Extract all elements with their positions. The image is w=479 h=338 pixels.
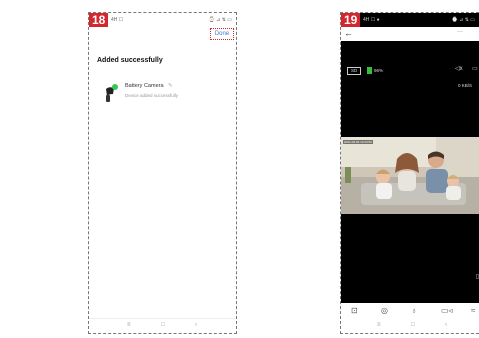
video-timestamp: 2021-08-06 10:23:50	[343, 140, 373, 144]
microphone-talk-icon[interactable]: ♁	[411, 306, 417, 315]
status-bar: 4H ☐ ● ⌚ ⊿ ⇅ ▭	[341, 13, 479, 27]
screen-live-view: 4H ☐ ● ⌚ ⊿ ⇅ ▭ 19 ← ... SD 96% ◁x ▭ 0 KB…	[340, 12, 479, 334]
system-nav-bar: ≡ □ ‹	[341, 319, 479, 333]
nav-menu-icon[interactable]: ≡	[377, 322, 381, 328]
battery-camera-icon	[106, 84, 118, 102]
device-name: Battery Camera	[125, 83, 164, 89]
page-title: Added successfully	[97, 57, 163, 64]
more-options-icon[interactable]: ...	[457, 27, 463, 34]
battery-icon	[367, 67, 372, 74]
app-bar: ← ...	[341, 27, 479, 41]
back-arrow-icon[interactable]: ←	[344, 28, 353, 38]
status-right: ⌚ ⊿ ⇅ ▭	[451, 17, 476, 23]
screenshot-scan-icon[interactable]: ⊡	[351, 306, 358, 315]
live-video-frame[interactable]: 2021-08-06 10:23:50	[341, 137, 479, 214]
nav-home-icon[interactable]: □	[411, 322, 415, 328]
camera-snapshot-icon[interactable]: ◎	[381, 306, 388, 315]
device-status: Device added successfully	[125, 93, 179, 98]
battery-percentage: 96%	[374, 68, 384, 73]
mute-icon[interactable]: ◁x	[455, 65, 463, 72]
family-video-image	[341, 137, 479, 214]
record-video-icon[interactable]: ▭◃	[441, 306, 453, 315]
step-badge-19: 19	[341, 13, 361, 27]
edit-icon[interactable]: ✎	[168, 83, 173, 89]
nav-home-icon[interactable]: □	[161, 322, 165, 328]
system-nav-bar: ≡ □ ‹	[89, 318, 236, 333]
nav-menu-icon[interactable]: ≡	[127, 322, 131, 328]
nav-back-icon[interactable]: ‹	[195, 322, 197, 328]
status-left: 4H ☐ ●	[363, 17, 380, 23]
more-controls-icon[interactable]: ≈	[471, 306, 475, 315]
fullscreen-icon[interactable]: ▭	[472, 65, 478, 72]
video-area: SD 96% ◁x ▭ 0 KB/S 2021-08-06 10:23:50 ▯	[341, 41, 479, 303]
screen-added-successfully: 4H ☐ ⌚ ⊿ ⇅ ▭ 18 Done Added successfully …	[88, 12, 237, 334]
status-right: ⌚ ⊿ ⇅ ▭	[208, 17, 233, 23]
nav-back-icon[interactable]: ‹	[445, 322, 447, 328]
done-button[interactable]: Done	[210, 28, 234, 40]
bitrate-readout: 0 KB/S	[458, 83, 473, 88]
step-badge-18: 18	[89, 13, 109, 27]
sd-card-badge: SD	[347, 67, 362, 75]
status-left: 4H ☐	[111, 17, 124, 23]
status-bar: 4H ☐ ⌚ ⊿ ⇅ ▭	[89, 13, 236, 27]
device-list-item[interactable]: Battery Camera ✎	[125, 83, 173, 89]
